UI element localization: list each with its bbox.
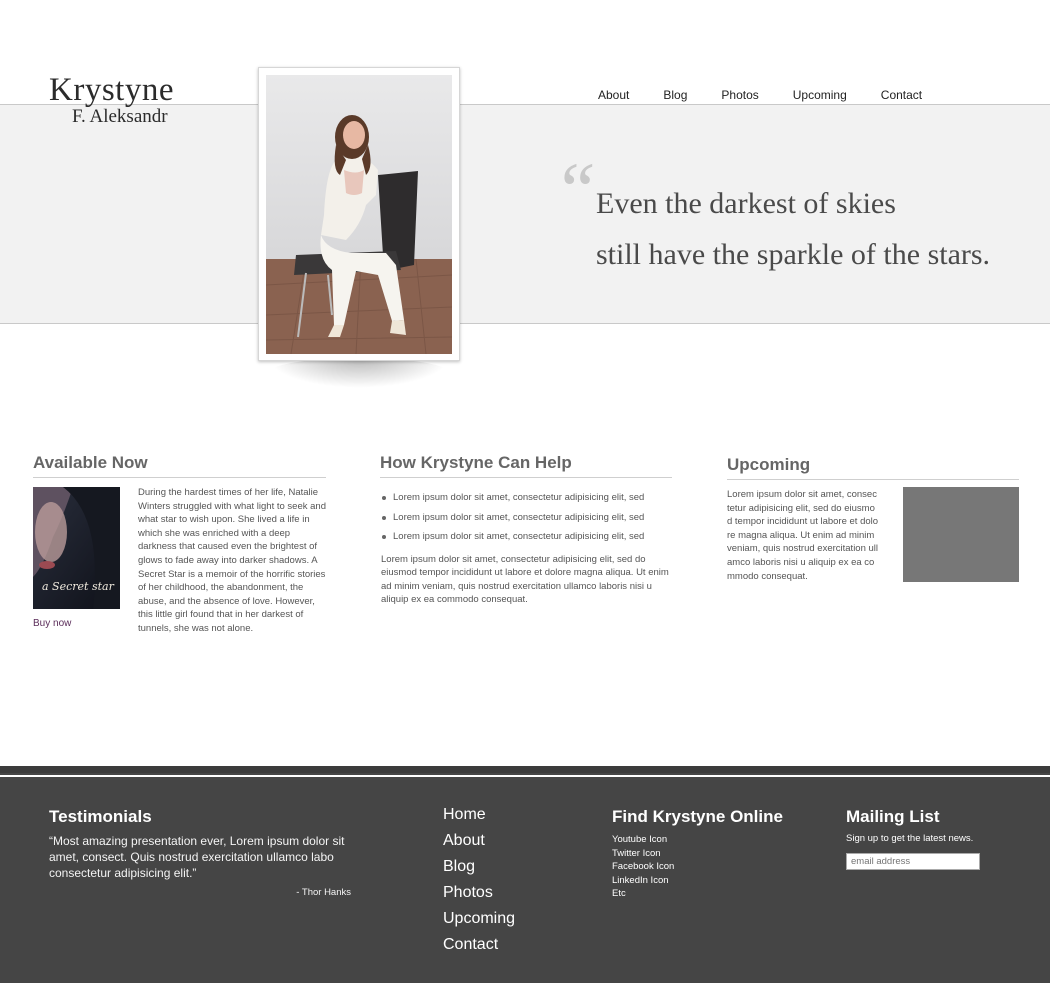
footer-nav-home[interactable]: Home xyxy=(443,802,515,828)
etc-link[interactable]: Etc xyxy=(612,887,783,901)
hero-quote: Even the darkest of skies still have the… xyxy=(596,178,990,280)
find-online-title: Find Krystyne Online xyxy=(612,807,783,826)
available-now-title: Available Now xyxy=(33,453,326,478)
portrait-photo xyxy=(266,75,452,354)
hero-quote-line-2: still have the sparkle of the stars. xyxy=(596,238,991,271)
upcoming-text: Lorem ipsum dolor sit amet, consectetur … xyxy=(727,489,879,582)
facebook-link[interactable]: Facebook Icon xyxy=(612,860,783,874)
nav-about[interactable]: About xyxy=(598,88,629,102)
logo-first-name: Krystyne xyxy=(49,72,174,108)
portrait-photo-frame xyxy=(258,67,460,361)
photo-shadow xyxy=(268,358,450,388)
how-krystyne-can-help-section: How Krystyne Can Help Lorem ipsum dolor … xyxy=(380,453,672,607)
site-footer: Testimonials “Most amazing presentation … xyxy=(0,766,1050,983)
help-list: Lorem ipsum dolor sit amet, consectetur … xyxy=(380,488,672,547)
hero-quote-line-1: Even the darkest of skies xyxy=(596,187,896,220)
book-cover-image[interactable]: a Secret star xyxy=(33,487,120,609)
upcoming-title: Upcoming xyxy=(727,455,1019,480)
nav-blog[interactable]: Blog xyxy=(663,88,687,102)
youtube-link[interactable]: Youtube Icon xyxy=(612,833,783,847)
help-paragraph: Lorem ipsum dolor sit amet, consectetur … xyxy=(381,553,669,606)
upcoming-image-placeholder[interactable] xyxy=(903,487,1019,582)
testimonial-author: - Thor Hanks xyxy=(296,887,351,898)
testimonials-title: Testimonials xyxy=(49,807,152,826)
find-online-block: Find Krystyne Online Youtube Icon Twitte… xyxy=(612,807,783,901)
footer-divider xyxy=(0,775,1050,777)
nav-upcoming[interactable]: Upcoming xyxy=(793,88,847,102)
footer-nav-blog[interactable]: Blog xyxy=(443,854,515,880)
testimonials-block: Testimonials “Most amazing presentation … xyxy=(49,807,359,898)
main-nav: About Blog Photos Upcoming Contact xyxy=(598,88,956,102)
social-links: Youtube Icon Twitter Icon Facebook Icon … xyxy=(612,833,783,901)
twitter-link[interactable]: Twitter Icon xyxy=(612,847,783,861)
linkedin-link[interactable]: LinkedIn Icon xyxy=(612,874,783,888)
available-now-section: Available Now a Secret star Buy now Duri… xyxy=(33,453,326,634)
logo-last-name: F. Aleksandr xyxy=(72,106,168,127)
help-list-item: Lorem ipsum dolor sit amet, consectetur … xyxy=(380,527,672,547)
book-cover-title: a Secret star xyxy=(42,580,115,593)
footer-nav-photos[interactable]: Photos xyxy=(443,880,515,906)
footer-nav-contact[interactable]: Contact xyxy=(443,932,515,958)
quote-mark-icon: “ xyxy=(553,146,597,233)
buy-now-link[interactable]: Buy now xyxy=(33,618,71,629)
footer-nav-upcoming[interactable]: Upcoming xyxy=(443,906,515,932)
testimonial-quote: “Most amazing presentation ever, Lorem i… xyxy=(49,834,345,880)
help-list-item: Lorem ipsum dolor sit amet, consectetur … xyxy=(380,488,672,508)
nav-photos[interactable]: Photos xyxy=(721,88,758,102)
email-field[interactable] xyxy=(846,853,980,870)
mailing-list-subtitle: Sign up to get the latest news. xyxy=(846,833,974,844)
help-title: How Krystyne Can Help xyxy=(380,453,672,478)
footer-nav: Home About Blog Photos Upcoming Contact xyxy=(443,802,515,958)
mailing-list-block: Mailing List Sign up to get the latest n… xyxy=(846,807,996,870)
footer-nav-about[interactable]: About xyxy=(443,828,515,854)
site-logo[interactable]: Krystyne F. Aleksandr xyxy=(49,72,174,126)
nav-contact[interactable]: Contact xyxy=(881,88,922,102)
upcoming-section: Upcoming Lorem ipsum dolor sit amet, con… xyxy=(727,455,1019,582)
help-list-item: Lorem ipsum dolor sit amet, consectetur … xyxy=(380,508,672,528)
mailing-list-title: Mailing List xyxy=(846,807,940,826)
book-description: During the hardest times of her life, Na… xyxy=(138,487,326,634)
